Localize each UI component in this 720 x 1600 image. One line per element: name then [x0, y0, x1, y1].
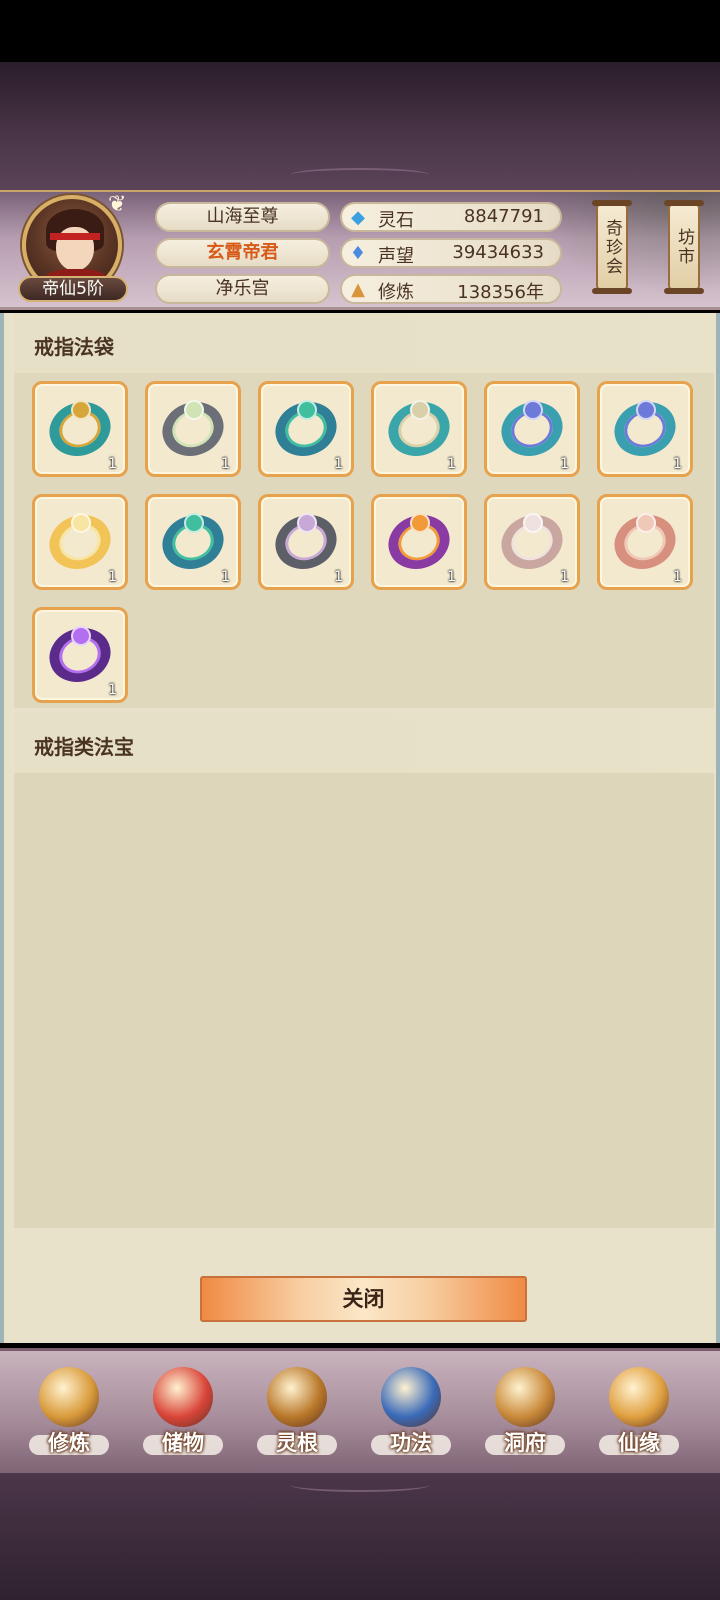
ring-slot[interactable]: 1 [145, 494, 241, 590]
ring-slot[interactable]: 1 [371, 381, 467, 477]
title-pill-2-active[interactable]: 玄霄帝君 [155, 238, 330, 268]
item-count: 1 [560, 456, 569, 472]
item-count: 1 [673, 456, 682, 472]
ring-slot[interactable]: 1 [484, 494, 580, 590]
nav-label: 储物 [162, 1431, 204, 1455]
title-pill-3[interactable]: 净乐宫 [155, 274, 330, 304]
ring-bag-panel: 戒指法袋 1 1 1 1 1 1 1 1 1 1 1 1 1 戒指类法宝 关闭 [0, 313, 720, 1343]
nav-label: 修炼 [48, 1431, 90, 1455]
artifact-list-empty [14, 773, 714, 1228]
nav-item-5[interactable]: 仙缘 [594, 1357, 684, 1472]
gem-icon [523, 400, 543, 420]
gem-icon [297, 513, 317, 533]
item-count: 1 [221, 456, 230, 472]
item-count: 1 [447, 456, 456, 472]
item-count: 1 [221, 569, 230, 585]
item-count: 1 [447, 569, 456, 585]
technique-book-icon [381, 1367, 441, 1427]
title-pill-1[interactable]: 山海至尊 [155, 202, 330, 232]
ring-slot[interactable]: 1 [32, 381, 128, 477]
cultivation-stat: ▲ 修炼 138356年 [340, 274, 562, 304]
stat-value: 39434633 [452, 242, 544, 263]
bottom-background [0, 1473, 720, 1600]
ring-slot[interactable]: 1 [371, 494, 467, 590]
ring-slot[interactable]: 1 [258, 381, 354, 477]
gem-icon [71, 513, 91, 533]
nav-label: 洞府 [504, 1431, 546, 1455]
item-count: 1 [560, 569, 569, 585]
artifact-section-title: 戒指类法宝 [34, 735, 134, 759]
ring-slot[interactable]: 1 [145, 381, 241, 477]
gem-icon [523, 513, 543, 533]
bag-section-title: 戒指法袋 [34, 335, 114, 359]
avatar-headband [50, 233, 100, 240]
ring-slot[interactable]: 1 [597, 494, 693, 590]
spirit-stone-stat: ◆ 灵石 8847791 [340, 202, 562, 232]
nav-item-2[interactable]: 灵根 [252, 1357, 342, 1472]
ring-slot[interactable]: 1 [597, 381, 693, 477]
nav-label: 功法 [390, 1431, 432, 1455]
gem-icon [184, 513, 204, 533]
artifact-section-header: 戒指类法宝 [14, 713, 714, 773]
nav-label: 仙缘 [618, 1431, 660, 1455]
gem-icon [71, 400, 91, 420]
gem-icon [410, 400, 430, 420]
close-button[interactable]: 关闭 [200, 1276, 527, 1322]
cultivate-icon [39, 1367, 99, 1427]
stat-label: 声望 [378, 246, 414, 267]
stat-value: 8847791 [463, 206, 544, 227]
player-header: ❦ 帝仙5阶 山海至尊 玄霄帝君 净乐宫 ◆ 灵石 8847791 ♦ 声望 3… [0, 190, 720, 310]
ring-slot[interactable]: 1 [258, 494, 354, 590]
bottom-nav: 修炼 储物 灵根 功法 洞府 仙缘 [0, 1348, 720, 1473]
nav-item-1[interactable]: 储物 [138, 1357, 228, 1472]
nav-label: 灵根 [276, 1431, 318, 1455]
bottom-ornament [290, 1478, 430, 1492]
spirit-stone-icon: ◆ [351, 207, 365, 228]
item-count: 1 [108, 456, 117, 472]
destiny-gourd-icon [609, 1367, 669, 1427]
stat-value: 138356年 [457, 282, 544, 303]
ring-slot[interactable]: 1 [32, 607, 128, 703]
butterfly-icon: ❦ [108, 192, 127, 217]
cave-mansion-icon [495, 1367, 555, 1427]
ring-slot[interactable]: 1 [484, 381, 580, 477]
item-count: 1 [334, 569, 343, 585]
stat-label: 修炼 [378, 282, 414, 303]
treasure-fair-button[interactable]: 奇珍会 [592, 200, 632, 294]
nav-item-0[interactable]: 修炼 [24, 1357, 114, 1472]
item-count: 1 [108, 569, 117, 585]
bag-section-header: 戒指法袋 [14, 313, 714, 373]
gem-icon [71, 626, 91, 646]
gem-icon [297, 400, 317, 420]
gem-icon [184, 400, 204, 420]
item-count: 1 [673, 569, 682, 585]
rank-badge: 帝仙5阶 [18, 276, 128, 302]
ring-slot[interactable]: 1 [32, 494, 128, 590]
nav-item-3[interactable]: 功法 [366, 1357, 456, 1472]
reputation-stat: ♦ 声望 39434633 [340, 238, 562, 268]
top-ornament [290, 168, 430, 182]
item-count: 1 [108, 682, 117, 698]
gem-icon [410, 513, 430, 533]
item-count: 1 [334, 456, 343, 472]
nav-item-4[interactable]: 洞府 [480, 1357, 570, 1472]
storage-bag-icon [153, 1367, 213, 1427]
status-bar-area [0, 0, 720, 62]
spirit-root-icon [267, 1367, 327, 1427]
reputation-icon: ♦ [349, 243, 367, 264]
ring-grid: 1 1 1 1 1 1 1 1 1 1 1 1 1 [14, 373, 714, 708]
cultivation-icon: ▲ [351, 279, 365, 300]
market-button[interactable]: 坊市 [664, 200, 704, 294]
gem-icon [636, 400, 656, 420]
stat-label: 灵石 [378, 210, 414, 231]
gem-icon [636, 513, 656, 533]
